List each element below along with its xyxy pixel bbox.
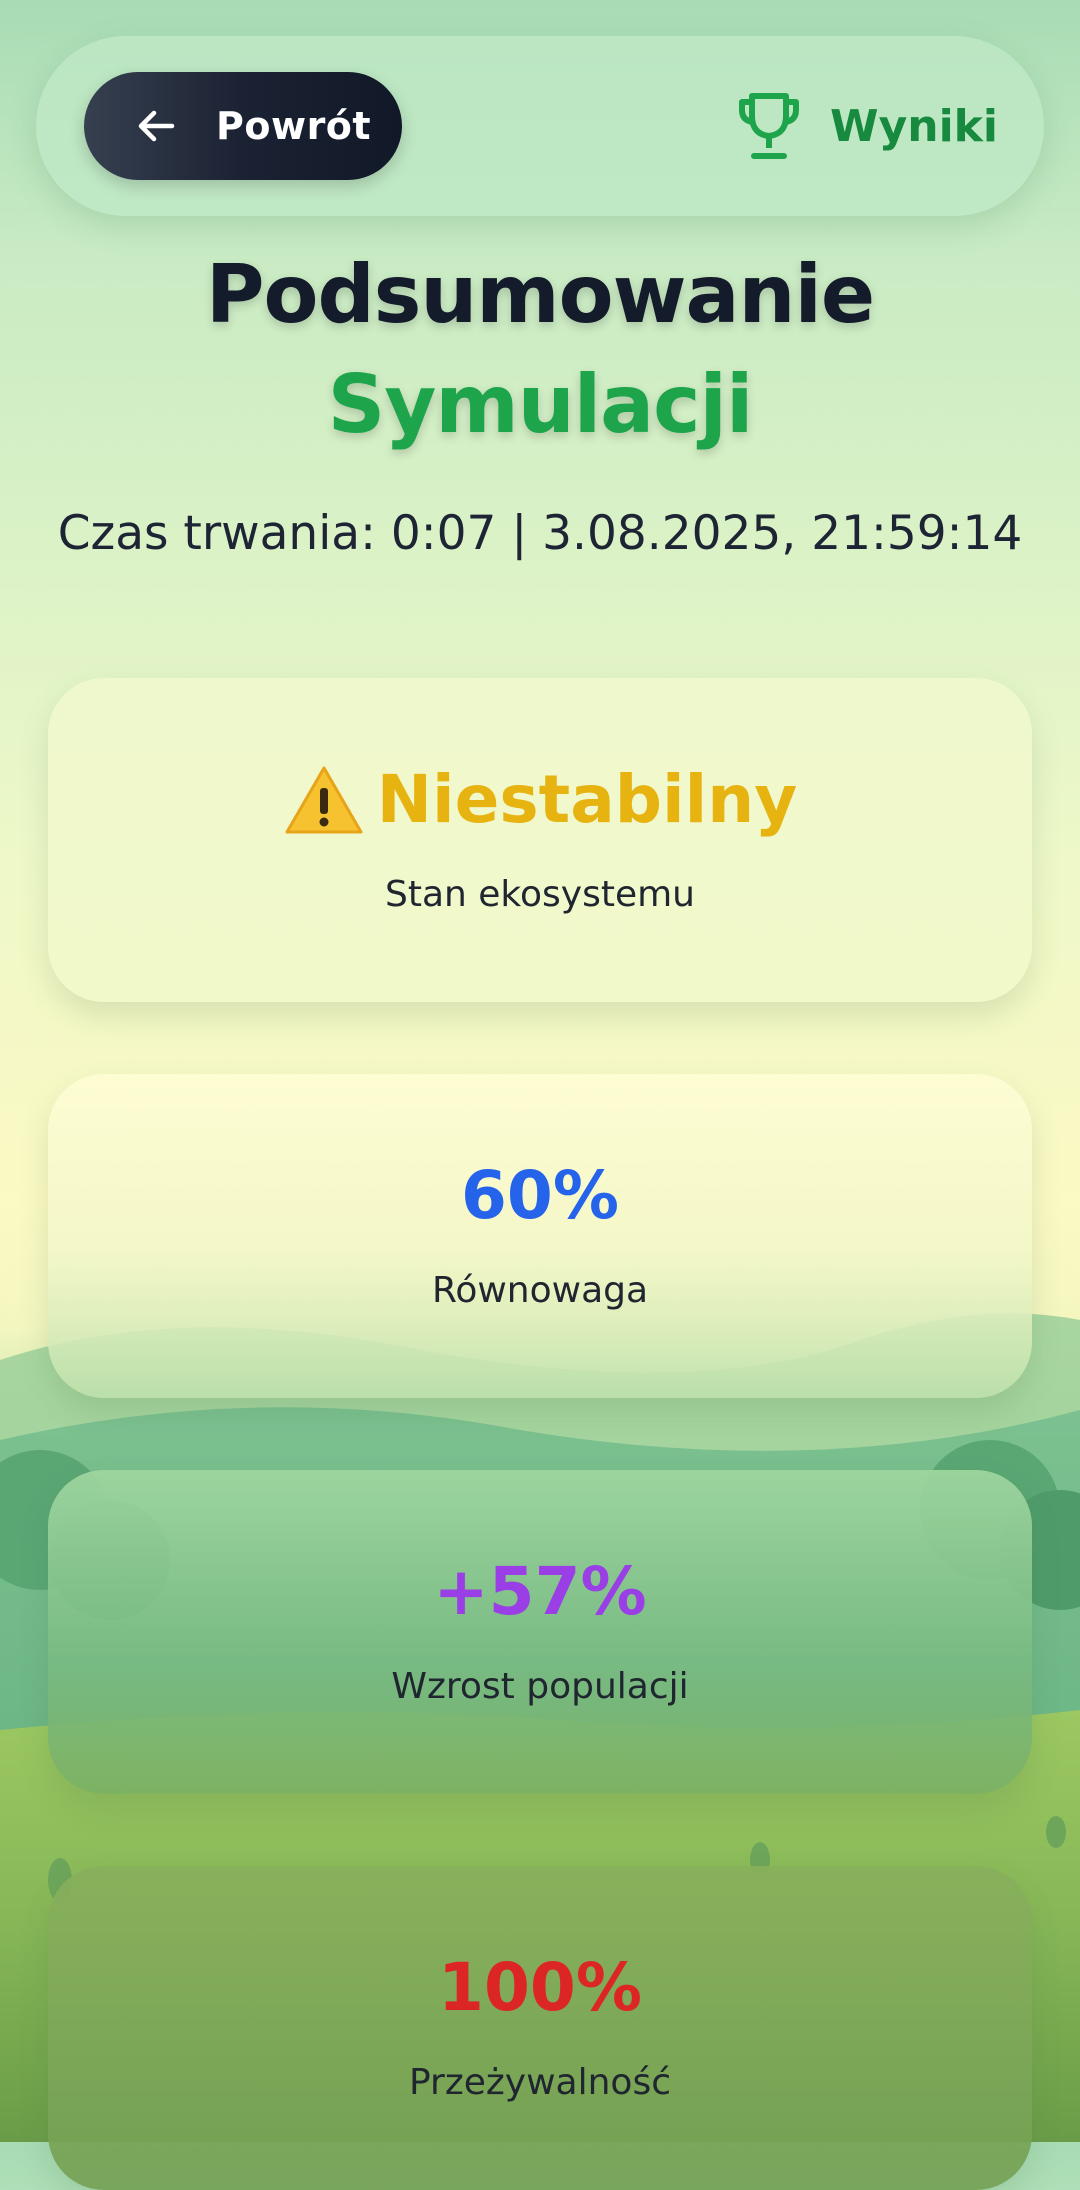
warning-icon [285, 766, 363, 834]
arrow-left-icon [138, 110, 175, 142]
ecosystem-status-value: Niestabilny [376, 761, 798, 838]
results-label: Wyniki [830, 100, 998, 152]
survival-value: 100% [438, 1949, 642, 2026]
ecosystem-status-card: Niestabilny Stan ekosystemu [48, 678, 1032, 1002]
results-link[interactable]: Wyniki [734, 90, 998, 162]
population-growth-card: +57% Wzrost populacji [48, 1470, 1032, 1794]
ecosystem-status-value-row: Niestabilny [48, 758, 1032, 842]
trophy-icon [739, 93, 800, 159]
top-navigation-bar: Powrót Wyniki [36, 36, 1044, 216]
page-title-line1: Podsumowanie [205, 248, 875, 341]
balance-value: 60% [461, 1157, 619, 1234]
balance-caption: Równowaga [431, 1270, 649, 1311]
ecosystem-status-caption: Stan ekosystemu [385, 874, 695, 915]
population-growth-value: +57% [433, 1553, 647, 1630]
simulation-meta: Czas trwania: 0:07 | 3.08.2025, 21:59:14 [57, 506, 1023, 561]
back-button[interactable]: Powrót [84, 72, 402, 180]
back-button-label: Powrót [216, 104, 372, 148]
survival-card: 100% Przeżywalność [48, 1866, 1032, 2190]
page-title-line2: Symulacji [327, 358, 754, 451]
survival-caption: Przeżywalność [408, 2062, 672, 2103]
page-title: Podsumowanie Symulacji [0, 240, 1080, 460]
balance-card: 60% Równowaga [48, 1074, 1032, 1398]
population-growth-caption: Wzrost populacji [391, 1666, 689, 1707]
